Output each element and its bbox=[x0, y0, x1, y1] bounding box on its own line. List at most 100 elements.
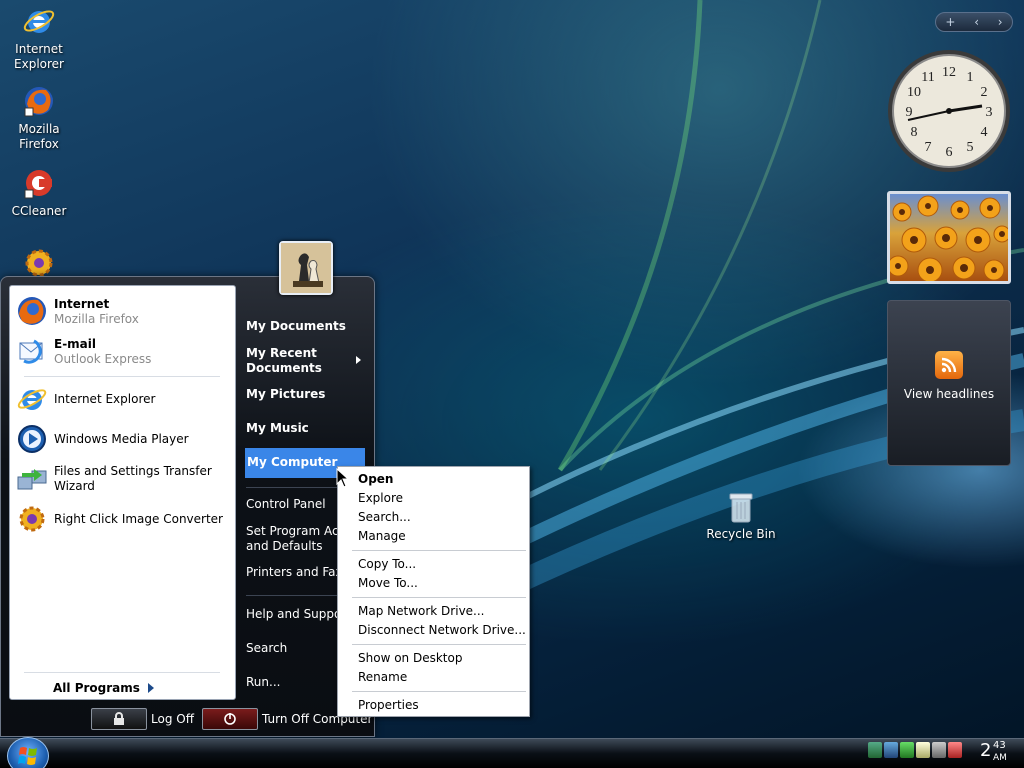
pinned-subtitle: Mozilla Firefox bbox=[54, 311, 139, 326]
taskbar-clock-minute[interactable]: 43 bbox=[993, 741, 1006, 751]
pinned-title: E-mail bbox=[54, 336, 97, 351]
program-label: Internet Explorer bbox=[54, 391, 156, 406]
recent-image-converter[interactable]: Right Click Image Converter bbox=[16, 501, 234, 537]
next-button[interactable]: › bbox=[998, 15, 1003, 29]
menu-item-explore[interactable]: Explore bbox=[358, 491, 403, 506]
clock-number: 12 bbox=[942, 65, 956, 80]
separator bbox=[352, 644, 526, 645]
separator bbox=[352, 550, 526, 551]
all-programs-button[interactable]: All Programs bbox=[53, 681, 154, 695]
taskbar-clock-ampm[interactable]: AM bbox=[993, 753, 1007, 763]
view-headlines-link[interactable]: View headlines bbox=[888, 387, 1010, 401]
windows-logo-icon bbox=[18, 747, 37, 765]
pen-icon[interactable] bbox=[932, 742, 946, 758]
clock-number: 2 bbox=[981, 85, 988, 100]
display-icon[interactable] bbox=[884, 742, 898, 758]
log-off-label[interactable]: Log Off bbox=[151, 712, 194, 726]
pinned-subtitle: Outlook Express bbox=[54, 351, 152, 366]
internet-explorer-icon bbox=[17, 389, 47, 410]
user-picture[interactable] bbox=[279, 241, 333, 295]
taskbar-clock-hour[interactable]: 2 bbox=[980, 740, 991, 761]
menu-item-open[interactable]: Open bbox=[358, 472, 393, 487]
desktop-icon-label: CCleaner bbox=[11, 204, 67, 218]
firefox-icon bbox=[18, 297, 46, 325]
desktop-icon-internet-explorer[interactable]: Internet Explorer bbox=[1, 4, 77, 72]
internet-explorer-icon bbox=[23, 10, 55, 33]
menu-item-copy-to[interactable]: Copy To... bbox=[358, 557, 416, 572]
turn-off-button[interactable] bbox=[202, 708, 258, 730]
media-player-icon bbox=[18, 425, 46, 453]
separator bbox=[352, 597, 526, 598]
menu-label: Set Program Acc bbox=[246, 524, 346, 538]
program-label: Right Click Image Converter bbox=[54, 511, 223, 526]
recycle-bin-icon bbox=[729, 493, 753, 523]
desktop-icon-label: Internet bbox=[15, 42, 63, 56]
menu-item-map-network-drive[interactable]: Map Network Drive... bbox=[358, 604, 485, 619]
clock-number: 6 bbox=[946, 145, 953, 160]
wand-icon[interactable] bbox=[916, 742, 930, 758]
pinned-email[interactable]: E-mail Outlook Express bbox=[16, 333, 234, 369]
menu-item-search[interactable]: Search... bbox=[358, 510, 411, 525]
desktop-icon-label: Firefox bbox=[19, 137, 59, 151]
menu-item-properties[interactable]: Properties bbox=[358, 698, 419, 713]
menu-item-move-to[interactable]: Move To... bbox=[358, 576, 418, 591]
clock-number: 8 bbox=[911, 125, 918, 140]
system-tray bbox=[868, 742, 962, 758]
separator bbox=[24, 672, 220, 673]
recent-transfer-wizard[interactable]: Files and Settings Transfer Wizard bbox=[16, 461, 234, 497]
menu-item-show-on-desktop[interactable]: Show on Desktop bbox=[358, 651, 462, 666]
power-icon bbox=[224, 713, 236, 725]
arrow-right-icon bbox=[147, 683, 154, 693]
clock-gadget[interactable]: 12 1 2 3 4 5 6 7 8 9 10 11 bbox=[886, 48, 1012, 174]
recent-windows-media-player[interactable]: Windows Media Player bbox=[16, 421, 234, 457]
menu-item-disconnect-network-drive[interactable]: Disconnect Network Drive... bbox=[358, 623, 526, 638]
menu-item-manage[interactable]: Manage bbox=[358, 529, 406, 544]
start-button[interactable] bbox=[7, 737, 49, 768]
pinned-title: Internet bbox=[54, 296, 110, 311]
my-pictures-link[interactable]: My Pictures bbox=[246, 387, 366, 402]
flowers-photo bbox=[890, 195, 1008, 281]
converter-icon bbox=[19, 506, 45, 532]
menu-label: Documents bbox=[246, 361, 322, 375]
slideshow-gadget[interactable] bbox=[887, 191, 1011, 284]
recycle-bin-label: Recycle Bin bbox=[706, 527, 776, 541]
clock-number: 9 bbox=[906, 105, 913, 120]
firefox-icon bbox=[24, 87, 53, 117]
shield-icon[interactable] bbox=[948, 742, 962, 758]
converter-icon bbox=[25, 249, 53, 277]
pinned-internet[interactable]: Internet Mozilla Firefox bbox=[16, 293, 234, 329]
desktop-icon-ccleaner[interactable]: CCleaner bbox=[1, 166, 77, 219]
menu-item-rename[interactable]: Rename bbox=[358, 670, 407, 685]
mouse-cursor-icon bbox=[336, 468, 350, 488]
start-menu-programs-pane: Internet Mozilla Firefox E-mail Outlook … bbox=[9, 285, 236, 700]
safely-remove-icon[interactable] bbox=[900, 742, 914, 758]
my-recent-documents-link[interactable]: My Recent Documents bbox=[246, 346, 366, 376]
clock-number: 3 bbox=[986, 105, 993, 120]
desktop-icon-firefox[interactable]: Mozilla Firefox bbox=[1, 84, 77, 152]
network-icon[interactable] bbox=[868, 742, 882, 758]
lock-icon bbox=[114, 712, 124, 725]
ccleaner-icon bbox=[24, 170, 52, 199]
feed-headlines-gadget[interactable]: View headlines bbox=[887, 300, 1011, 466]
clock-number: 11 bbox=[921, 70, 934, 85]
my-music-link[interactable]: My Music bbox=[246, 421, 366, 436]
my-documents-link[interactable]: My Documents bbox=[246, 319, 366, 334]
menu-label: My Recent bbox=[246, 346, 317, 360]
clock-number: 10 bbox=[907, 85, 921, 100]
clock-number: 5 bbox=[967, 140, 974, 155]
log-off-button[interactable] bbox=[91, 708, 147, 730]
chess-icon bbox=[281, 243, 331, 293]
program-label: Windows Media Player bbox=[54, 431, 189, 446]
all-programs-label: All Programs bbox=[53, 681, 140, 695]
gadget-toolbar: + ‹ › bbox=[935, 12, 1013, 32]
context-menu: Open Explore Search... Manage Copy To...… bbox=[337, 466, 530, 717]
menu-label: and Defaults bbox=[246, 539, 323, 553]
clock-number: 4 bbox=[981, 125, 988, 140]
previous-button[interactable]: ‹ bbox=[974, 15, 979, 29]
desktop-icon-label: Mozilla bbox=[18, 122, 60, 136]
desktop-icon-recycle-bin[interactable]: Recycle Bin bbox=[705, 490, 777, 541]
transfer-wizard-icon bbox=[17, 469, 47, 490]
add-gadget-button[interactable]: + bbox=[945, 15, 955, 29]
program-label: Files and Settings Transfer Wizard bbox=[54, 464, 212, 493]
recent-internet-explorer[interactable]: Internet Explorer bbox=[16, 381, 234, 417]
